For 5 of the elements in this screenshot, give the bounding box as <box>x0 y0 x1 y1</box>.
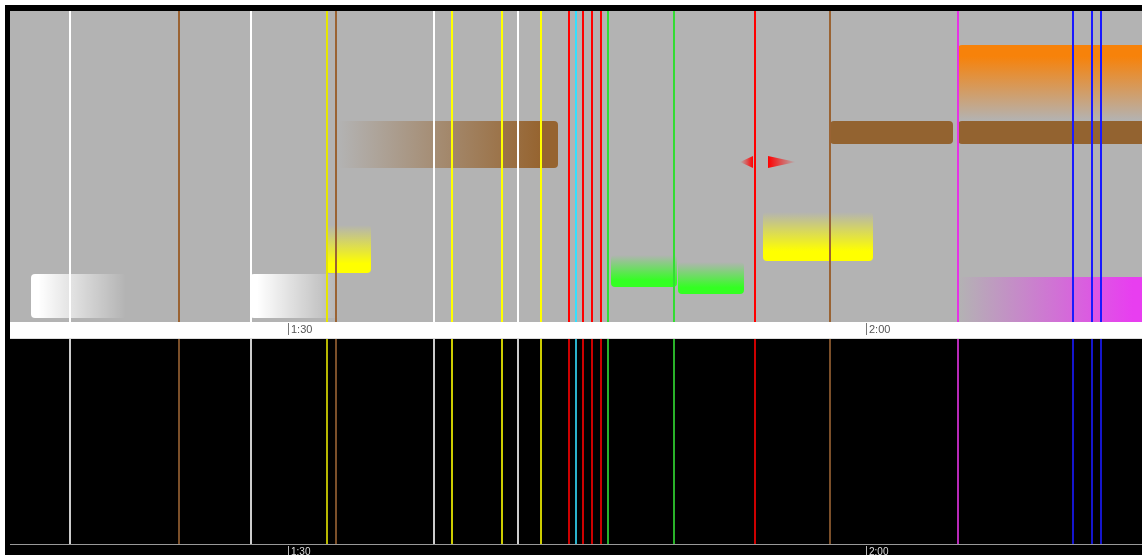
time-label: 1:30 <box>288 323 313 335</box>
playhead-arrows-icon <box>740 156 796 168</box>
time-label: 1:30 <box>288 546 311 555</box>
time-label: 2:00 <box>866 546 889 555</box>
time-label: 2:00 <box>866 323 891 335</box>
